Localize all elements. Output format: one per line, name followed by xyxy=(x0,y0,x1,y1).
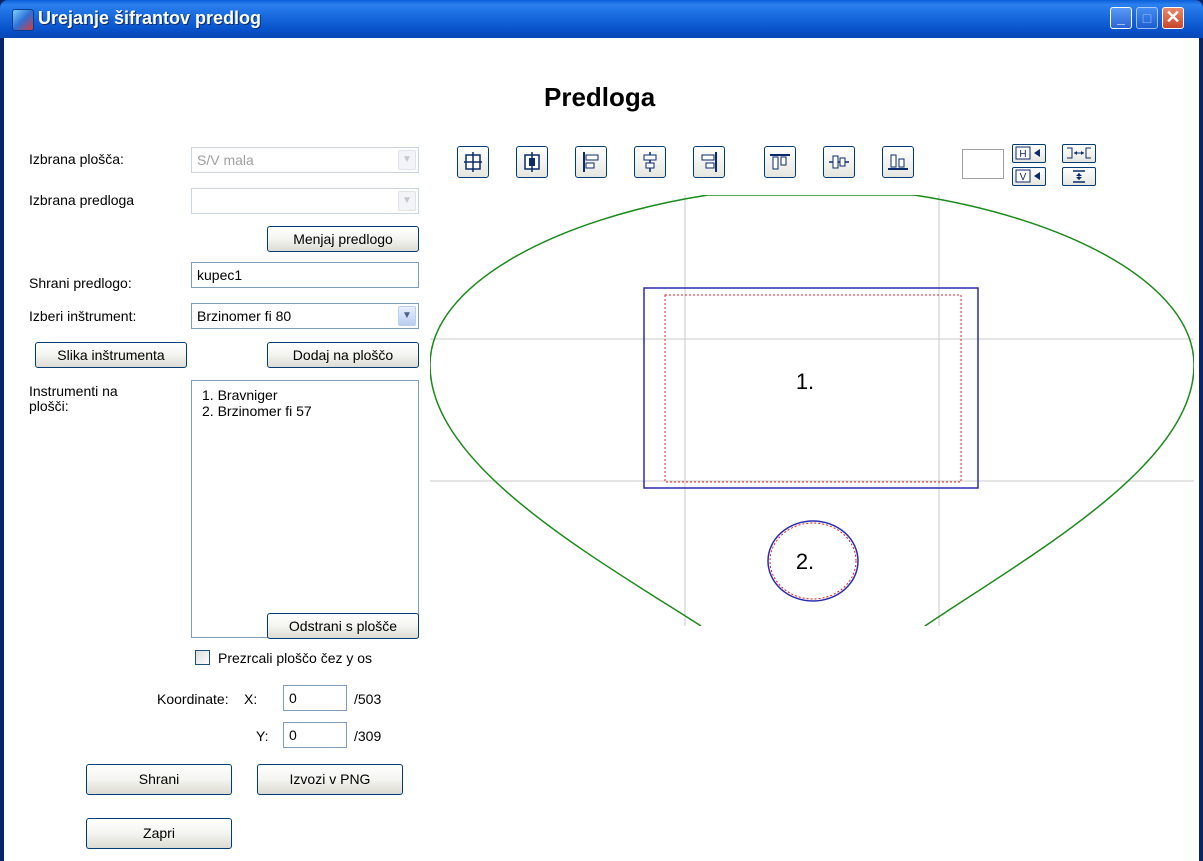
izbrana-plosca-label: Izbrana plošča: xyxy=(29,151,124,167)
horizontal-spacing-tool[interactable] xyxy=(1062,144,1096,163)
align-top-icon xyxy=(770,154,790,170)
app-icon xyxy=(12,9,34,31)
izberi-instrument-value: Brzinomer fi 80 xyxy=(197,308,292,324)
instrumenti-label: Instrumenti na plošči: xyxy=(29,384,118,414)
template-canvas[interactable]: 1. 2. xyxy=(429,194,1195,627)
center-vertical-tool[interactable] xyxy=(516,146,548,178)
center-vertical-icon xyxy=(524,152,540,172)
align-center-icon xyxy=(643,152,657,172)
horizontal-spacing-icon xyxy=(1067,147,1091,159)
menjaj-predlogo-button[interactable]: Menjaj predlogo xyxy=(267,226,419,252)
instrument-2[interactable]: 2. xyxy=(767,520,859,602)
izvozi-png-button[interactable]: Izvozi v PNG xyxy=(257,764,403,795)
align-left-icon xyxy=(583,152,599,172)
client-area: Predloga Izbrana plošča: S/V mala ▼ Izbr… xyxy=(4,38,1199,861)
y-label: Y: xyxy=(256,728,269,744)
window-title: Urejanje šifrantov predlog xyxy=(38,8,262,28)
x-coordinate-input[interactable]: 0 xyxy=(283,685,347,711)
prezrcali-label: Prezrcali ploščo čez y os xyxy=(218,650,373,666)
instrument-1[interactable]: 1. xyxy=(643,287,979,489)
instrumenti-label-line1: Instrumenti na xyxy=(29,383,118,399)
y-coordinate-input[interactable]: 0 xyxy=(283,722,347,748)
instrument-list[interactable]: 1. Bravniger 2. Brzinomer fi 57 xyxy=(191,380,419,638)
title-bar[interactable]: Urejanje šifrantov predlog _ □ ✕ xyxy=(0,0,1203,38)
align-right-tool[interactable] xyxy=(693,146,725,178)
page-title: Predloga xyxy=(544,82,656,112)
list-item[interactable]: 2. Brzinomer fi 57 xyxy=(202,403,418,419)
align-right-icon xyxy=(701,152,717,172)
close-button[interactable]: ✕ xyxy=(1162,7,1184,29)
izberi-instrument-label: Izberi inštrument: xyxy=(29,308,137,324)
align-center-tool[interactable] xyxy=(634,146,666,178)
minimize-button[interactable]: _ xyxy=(1110,7,1132,29)
align-middle-icon xyxy=(829,155,849,169)
izbrana-predloga-label: Izbrana predloga xyxy=(29,192,135,208)
prezrcali-checkbox[interactable] xyxy=(195,650,210,665)
maximize-button[interactable]: □ xyxy=(1136,7,1158,29)
izbrana-predloga-select[interactable]: ▼ xyxy=(191,188,419,214)
align-bottom-tool[interactable] xyxy=(882,146,914,178)
y-max-label: /309 xyxy=(354,728,382,744)
instrument-1-label: 1. xyxy=(796,369,814,394)
chevron-down-icon[interactable]: ▼ xyxy=(398,306,416,326)
x-label: X: xyxy=(244,691,258,707)
align-bottom-icon xyxy=(888,154,908,170)
izbrana-plosca-select[interactable]: S/V mala ▼ xyxy=(191,147,419,173)
shrani-predlogo-input[interactable]: kupec1 xyxy=(191,262,419,288)
center-horizontal-icon xyxy=(464,152,482,172)
panel-drawing[interactable]: 1. 2. xyxy=(429,194,1195,627)
center-horizontal-tool[interactable] xyxy=(457,146,489,178)
x-max-label: /503 xyxy=(354,691,382,707)
align-left-tool[interactable] xyxy=(575,146,607,178)
vertical-spacing-icon xyxy=(1073,170,1085,183)
izberi-instrument-select[interactable]: Brzinomer fi 80 ▼ xyxy=(191,303,419,329)
instrumenti-label-line2: plošči: xyxy=(29,398,69,414)
slika-instrumenta-button[interactable]: Slika inštrumenta xyxy=(35,342,187,368)
same-height-icon: H xyxy=(1015,146,1040,160)
shrani-button[interactable]: Shrani xyxy=(86,764,232,795)
same-width-tool[interactable]: V xyxy=(1012,167,1046,186)
app-window: Urejanje šifrantov predlog _ □ ✕ Predlog… xyxy=(0,0,1203,861)
chevron-down-icon[interactable]: ▼ xyxy=(398,150,416,170)
h-glyph: H xyxy=(1019,149,1026,160)
odstrani-button[interactable]: Odstrani s plošče xyxy=(267,613,419,639)
same-width-icon: V xyxy=(1015,169,1040,183)
align-middle-tool[interactable] xyxy=(823,146,855,178)
koordinate-label: Koordinate: xyxy=(157,691,229,707)
zapri-button[interactable]: Zapri xyxy=(86,818,232,849)
chevron-down-icon[interactable]: ▼ xyxy=(398,191,416,211)
spacing-value-box[interactable] xyxy=(962,149,1004,179)
dodaj-na-plosco-button[interactable]: Dodaj na ploščo xyxy=(267,342,419,368)
izbrana-plosca-value: S/V mala xyxy=(197,152,254,168)
v-glyph: V xyxy=(1020,172,1027,183)
align-top-tool[interactable] xyxy=(764,146,796,178)
shrani-predlogo-label: Shrani predlogo: xyxy=(29,275,132,291)
same-height-tool[interactable]: H xyxy=(1012,144,1046,163)
instrument-2-label: 2. xyxy=(796,549,814,574)
list-item[interactable]: 1. Bravniger xyxy=(202,387,418,403)
vertical-spacing-tool[interactable] xyxy=(1062,167,1096,186)
